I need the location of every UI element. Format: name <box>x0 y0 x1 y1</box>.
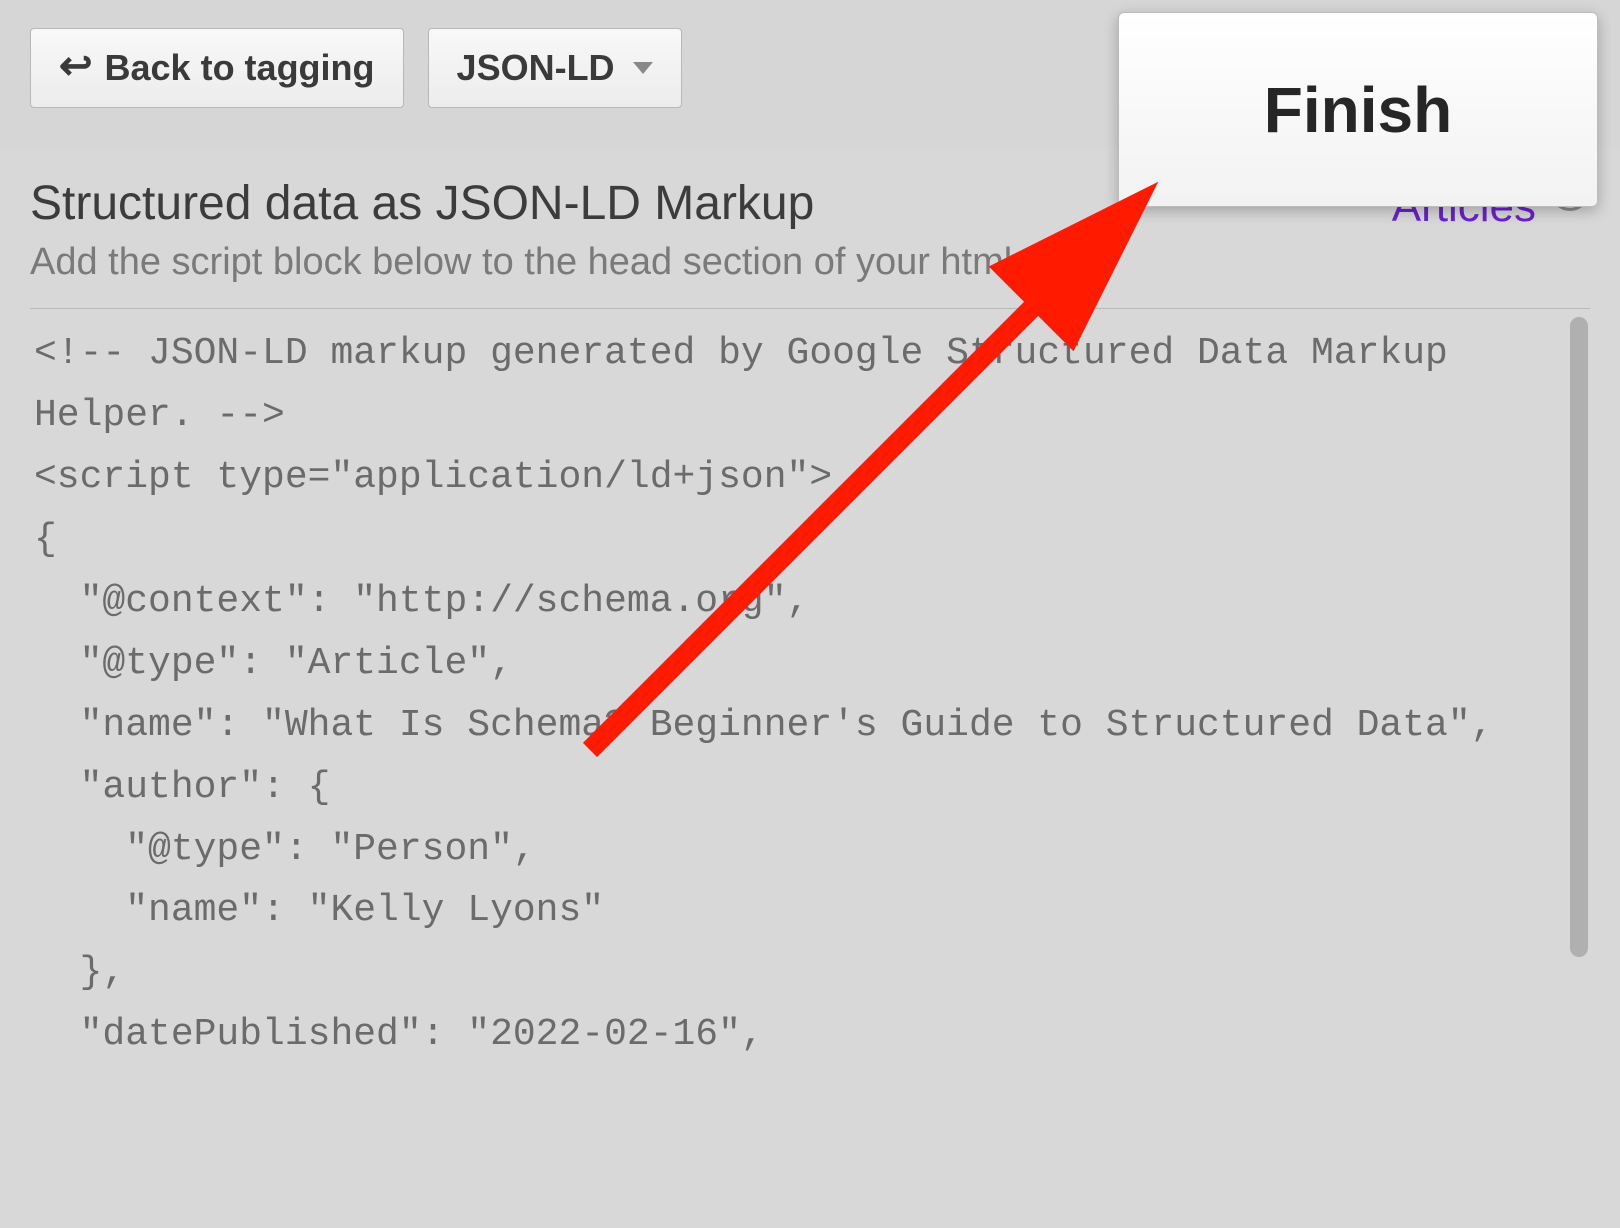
format-dropdown-button[interactable]: JSON-LD <box>428 28 682 108</box>
back-to-tagging-button[interactable]: ↩ Back to tagging <box>30 28 404 108</box>
header-text-block: Structured data as JSON-LD Markup Add th… <box>30 176 1023 302</box>
format-label: JSON-LD <box>457 47 615 89</box>
page-subtitle: Add the script block below to the head s… <box>30 241 1023 284</box>
page-title: Structured data as JSON-LD Markup <box>30 176 1023 231</box>
content-area: Structured data as JSON-LD Markup Add th… <box>0 148 1620 1171</box>
back-arrow-icon: ↩ <box>59 46 93 86</box>
scrollbar-track[interactable] <box>1568 313 1590 1171</box>
finish-label: Finish <box>1264 73 1452 147</box>
code-wrapper: <!-- JSON-LD markup generated by Google … <box>30 309 1590 1171</box>
code-block[interactable]: <!-- JSON-LD markup generated by Google … <box>30 309 1590 1171</box>
back-label: Back to tagging <box>105 47 375 89</box>
finish-button[interactable]: Finish <box>1118 12 1598 207</box>
scrollbar-thumb[interactable] <box>1570 317 1588 957</box>
chevron-down-icon <box>633 62 653 74</box>
